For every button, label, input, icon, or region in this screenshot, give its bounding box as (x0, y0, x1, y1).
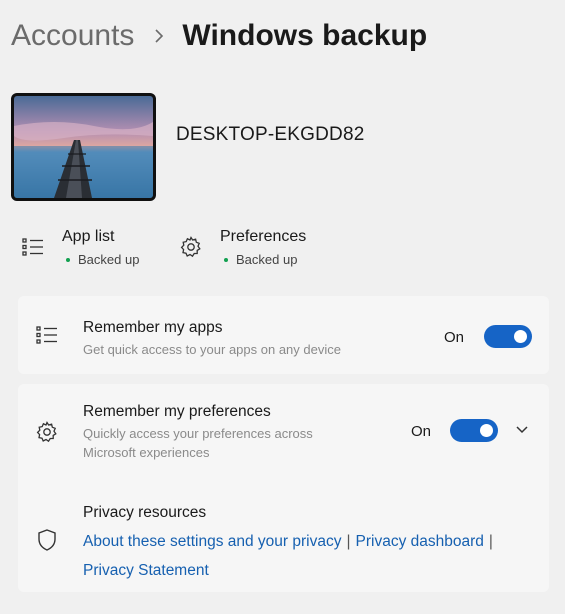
toggle-knob (514, 330, 527, 343)
privacy-links: About these settings and your privacy | Pr… (83, 527, 543, 585)
remember-preferences-description-line1: Quickly access your preferences across (83, 426, 313, 441)
remember-apps-card: Remember my apps Get quick access to you… (18, 296, 549, 374)
link-separator: | (346, 533, 351, 550)
privacy-dashboard-link[interactable]: Privacy dashboard (356, 533, 484, 550)
remember-apps-toggle[interactable] (484, 325, 532, 348)
status-text: Backed up (236, 252, 298, 267)
status-badge: Backed up (220, 250, 306, 270)
remember-preferences-toggle-label: On (411, 423, 432, 440)
device-name: DESKTOP-EKGDD82 (176, 124, 365, 145)
status-title: Preferences (220, 228, 307, 245)
page-title: Windows backup (182, 19, 428, 52)
status-title: App list (62, 228, 115, 245)
status-text: Backed up (78, 252, 140, 267)
status-dot-icon (224, 258, 228, 262)
chevron-right-icon (154, 28, 164, 44)
breadcrumb: Accounts Windows backup (11, 14, 427, 58)
chevron-down-icon[interactable] (514, 422, 530, 438)
pier-wallpaper-image (14, 96, 153, 198)
remember-preferences-description-line2: Microsoft experiences (83, 445, 210, 460)
link-separator: | (488, 533, 493, 550)
remember-preferences-title: Remember my preferences (83, 403, 271, 420)
status-app-list: App list Backed up (20, 226, 139, 270)
privacy-statement-link[interactable]: Privacy Statement (83, 562, 209, 579)
status-dot-icon (66, 258, 70, 262)
remember-apps-description: Get quick access to your apps on any dev… (83, 342, 341, 357)
remember-preferences-toggle[interactable] (450, 419, 498, 442)
privacy-resources-heading: Privacy resources (83, 504, 207, 521)
remember-apps-title: Remember my apps (83, 319, 223, 336)
list-icon (34, 322, 60, 348)
breadcrumb-accounts-link[interactable]: Accounts (11, 14, 134, 58)
status-preferences: Preferences Backed up (178, 226, 306, 270)
status-badge: Backed up (62, 250, 139, 270)
gear-icon (34, 419, 60, 445)
list-icon (20, 234, 46, 260)
device-thumbnail (11, 93, 156, 201)
shield-icon (34, 527, 60, 553)
remember-preferences-card: Remember my preferences Quickly access y… (18, 384, 549, 592)
about-settings-privacy-link[interactable]: About these settings and your privacy (83, 533, 341, 550)
gear-icon (178, 234, 204, 260)
remember-apps-toggle-label: On (444, 329, 465, 346)
toggle-knob (480, 424, 493, 437)
